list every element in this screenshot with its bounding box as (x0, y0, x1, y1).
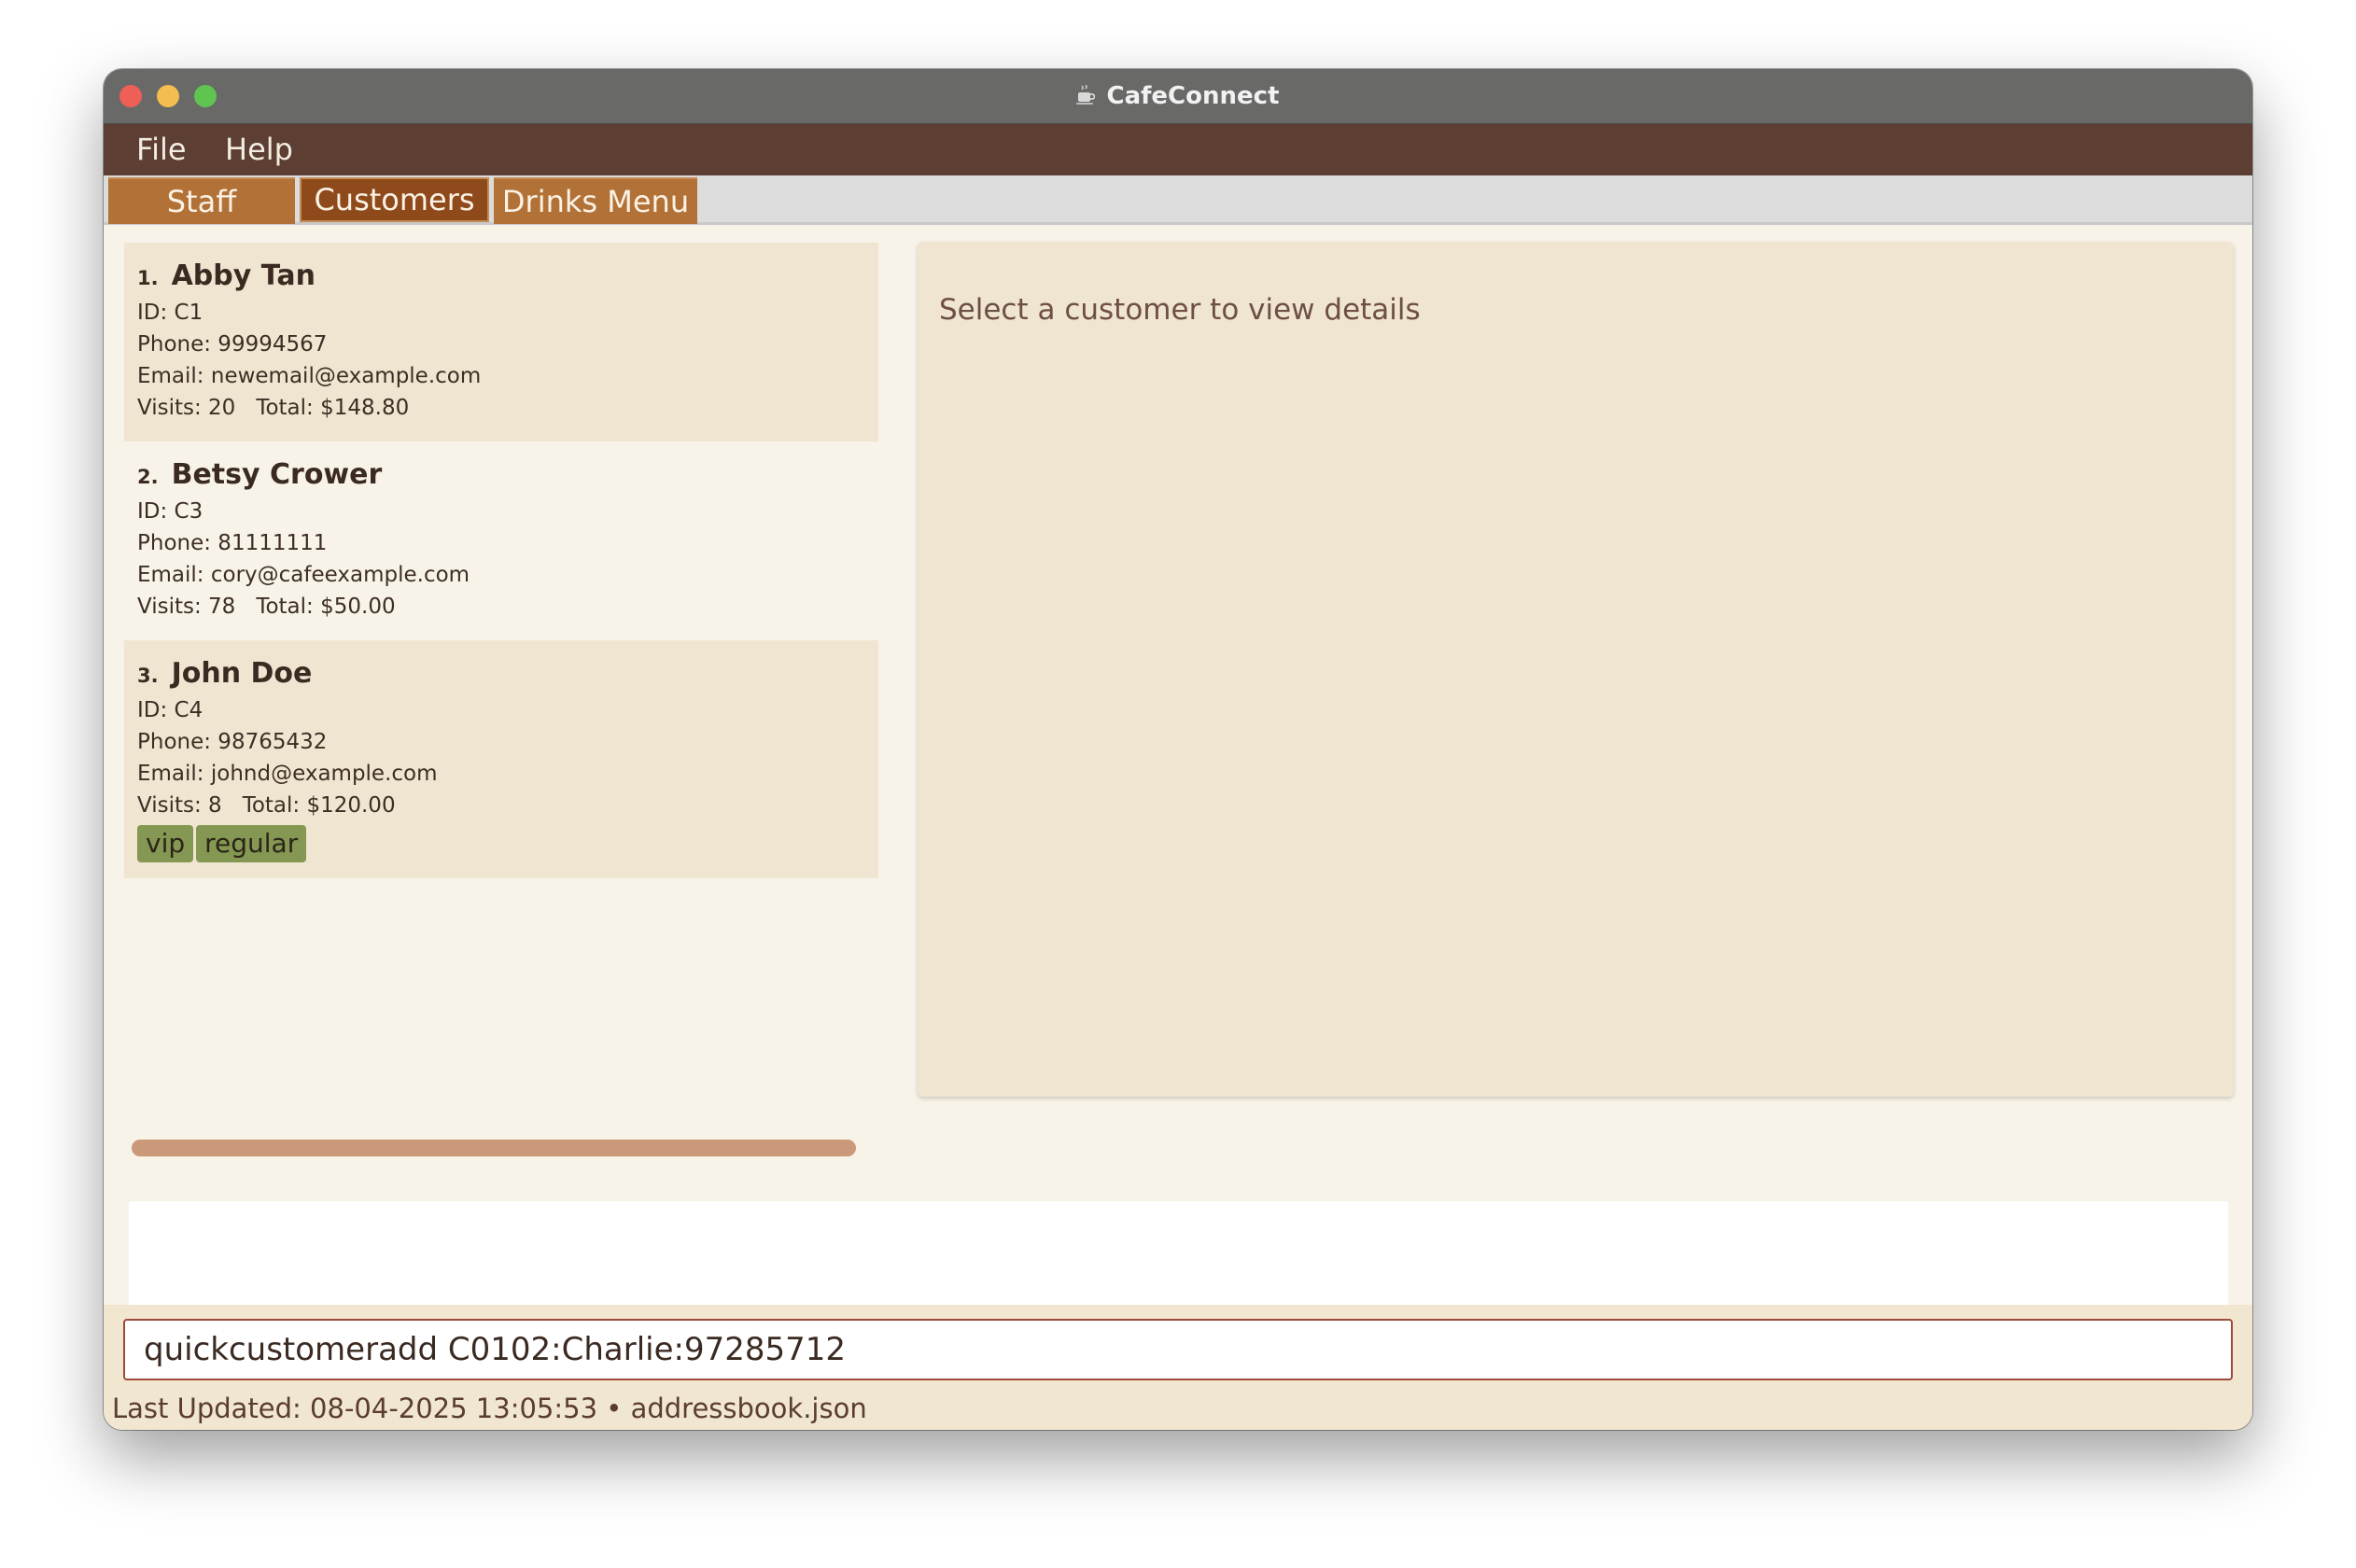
app-window: CafeConnect File Help Staff Customers Dr… (104, 69, 2252, 1430)
customer-detail-panel: Select a customer to view details (918, 242, 2234, 1097)
customer-visits: Visits: 8 (137, 793, 222, 818)
customer-card[interactable]: 1. Abby Tan ID: C1 Phone: 99994567 Email… (124, 243, 878, 441)
tab-drinks-menu[interactable]: Drinks Menu (494, 177, 697, 224)
customer-id: ID: C3 (137, 499, 203, 524)
customer-total: Total: $120.00 (242, 793, 396, 818)
customer-card[interactable]: 2. Betsy Crower ID: C3 Phone: 81111111 E… (124, 441, 878, 640)
detail-placeholder-text: Select a customer to view details (939, 293, 1421, 327)
customer-card-header: 1. Abby Tan (137, 259, 865, 297)
tab-staff[interactable]: Staff (108, 177, 295, 224)
customer-total: Total: $50.00 (256, 595, 396, 619)
customer-visits: Visits: 20 (137, 396, 236, 420)
menu-file[interactable]: File (136, 124, 187, 175)
customer-email: Email: newemail@example.com (137, 364, 482, 388)
command-input[interactable] (123, 1319, 2233, 1380)
coffee-cup-icon (1076, 85, 1096, 105)
customer-card-header: 2. Betsy Crower (137, 458, 865, 496)
customer-total: Total: $148.80 (256, 396, 410, 420)
customer-email: Email: johnd@example.com (137, 762, 438, 786)
customer-phone: Phone: 99994567 (137, 332, 328, 357)
horizontal-scrollbar[interactable] (132, 1140, 856, 1156)
tab-bar: Staff Customers Drinks Menu (104, 175, 2252, 225)
customer-index: 2. (137, 466, 159, 488)
menu-bar: File Help (104, 124, 2252, 175)
customer-name: Abby Tan (171, 259, 316, 292)
customer-id: ID: C1 (137, 301, 203, 325)
customer-index: 3. (137, 665, 159, 687)
customer-index: 1. (137, 267, 159, 289)
customer-email: Email: cory@cafeexample.com (137, 563, 470, 587)
tag-regular: regular (196, 825, 307, 862)
menu-help[interactable]: Help (225, 124, 293, 175)
customer-visits: Visits: 78 (137, 595, 236, 619)
title-bar[interactable]: CafeConnect (104, 69, 2252, 124)
customer-tags: vip regular (137, 825, 865, 862)
customer-stats: Visits: 20 Total: $148.80 (137, 392, 865, 424)
customer-phone: Phone: 98765432 (137, 730, 328, 754)
customer-name: John Doe (171, 657, 313, 690)
window-title: CafeConnect (104, 69, 2252, 123)
customer-id: ID: C4 (137, 698, 203, 722)
tab-customers[interactable]: Customers (300, 177, 489, 222)
tag-vip: vip (137, 825, 194, 862)
customer-stats: Visits: 8 Total: $120.00 (137, 790, 865, 821)
main-content: 1. Abby Tan ID: C1 Phone: 99994567 Email… (104, 225, 2252, 1354)
command-area: Last Updated: 08-04-2025 13:05:53 • addr… (104, 1305, 2252, 1430)
customer-list[interactable]: 1. Abby Tan ID: C1 Phone: 99994567 Email… (124, 243, 878, 1096)
customer-stats: Visits: 78 Total: $50.00 (137, 591, 865, 623)
customer-name: Betsy Crower (171, 458, 383, 491)
customer-card[interactable]: 3. John Doe ID: C4 Phone: 98765432 Email… (124, 640, 878, 878)
status-bar-text: Last Updated: 08-04-2025 13:05:53 • addr… (112, 1393, 867, 1424)
customer-phone: Phone: 81111111 (137, 531, 328, 555)
customer-card-header: 3. John Doe (137, 657, 865, 694)
window-title-text: CafeConnect (1106, 82, 1280, 110)
